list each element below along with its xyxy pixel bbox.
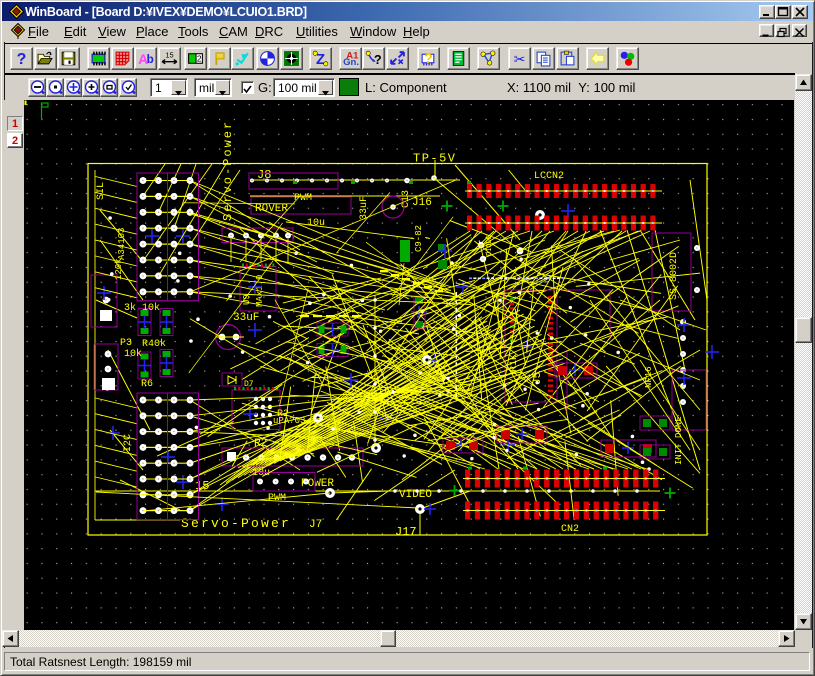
- svg-text:b: b: [147, 53, 154, 66]
- svg-text:2: 2: [196, 54, 201, 64]
- svg-text:3k 10k: 3k 10k: [124, 302, 160, 314]
- svg-text:✂: ✂: [514, 51, 526, 67]
- svg-text:R6: R6: [141, 379, 153, 390]
- svg-text:?: ?: [424, 50, 432, 66]
- svg-text:33uF: 33uF: [233, 312, 259, 324]
- svg-text:SIL: SIL: [96, 182, 107, 200]
- svg-text:?: ?: [374, 52, 382, 67]
- svg-text:Servo-Power: Servo-Power: [181, 516, 291, 531]
- svg-text:Servo-Power: Servo-Power: [221, 120, 235, 221]
- svg-text:15: 15: [165, 50, 173, 59]
- svg-text:J7: J7: [309, 519, 322, 531]
- svg-text:MAx1.9: MAx1.9: [255, 275, 265, 307]
- svg-text:R40k: R40k: [142, 338, 166, 350]
- svg-text:J17: J17: [395, 525, 417, 539]
- svg-text:A34103: A34103: [117, 228, 127, 260]
- svg-text:P3: P3: [120, 338, 132, 349]
- svg-text:TP-5V: TP-5V: [413, 152, 457, 166]
- svg-text:C9-82: C9-82: [414, 225, 424, 252]
- svg-text:Gn..: Gn..: [343, 57, 359, 67]
- svg-text:CN2: CN2: [561, 524, 579, 535]
- svg-text:10u: 10u: [307, 218, 325, 229]
- svg-text:?: ?: [17, 51, 27, 67]
- svg-text:10k: 10k: [124, 348, 142, 360]
- svg-text:J16: J16: [412, 197, 432, 209]
- svg-text:PWM: PWM: [294, 193, 312, 204]
- svg-text:SS-8002D: SS-8002D: [669, 252, 680, 300]
- svg-text:D7: D7: [244, 380, 254, 389]
- svg-text:J8: J8: [257, 168, 271, 182]
- svg-text:LCCN2: LCCN2: [534, 171, 564, 182]
